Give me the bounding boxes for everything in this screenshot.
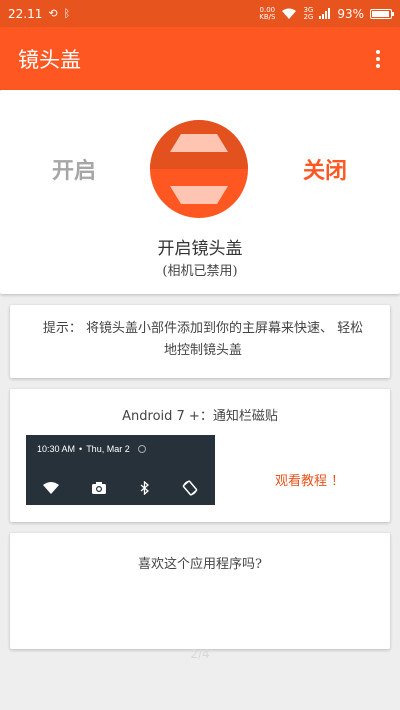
tip-text: 提示： 将镜头盖小部件添加到你的主屏幕来快速、 轻松地控制镜头盖 [42, 321, 364, 358]
page-indicator: 2/4 [190, 647, 210, 661]
watch-tutorial-link[interactable]: 观看教程 ！ [275, 470, 344, 489]
sync-icon: ⟲ [48, 7, 58, 20]
status-time: 22.11 [8, 6, 43, 21]
app-title: 镜头盖 [18, 47, 81, 72]
camera-icon [92, 482, 107, 494]
off-option[interactable]: 关闭 [303, 153, 347, 185]
lens-status-title: 开启镜头盖 [157, 239, 243, 259]
rate-app-card: 喜欢这个应用程序吗? [10, 533, 390, 649]
wifi-status-icon [282, 8, 297, 19]
sim2-type: 2G [303, 12, 314, 21]
battery-icon [370, 8, 394, 19]
lens-cover-toggle-icon[interactable] [150, 120, 248, 218]
rotate-icon [182, 480, 198, 496]
battery-percent: 93% [337, 6, 364, 21]
bluetooth-icon [140, 481, 149, 495]
notification-shade-preview: 10:30 AM • Thu, Mar 2 [26, 435, 215, 505]
quick-tile-card: Android 7 +：通知栏磁贴 10:30 AM • Thu, Mar 2 … [10, 389, 390, 522]
sim-indicators: 3G 2G [303, 6, 314, 21]
shade-tiles [26, 480, 215, 496]
shade-date: Thu, Mar 2 [86, 444, 130, 454]
quick-tile-title: Android 7 +：通知栏磁贴 [122, 409, 278, 424]
net-speed: 0.00 KB/S [259, 6, 276, 21]
more-vert-icon[interactable] [372, 46, 384, 72]
rate-app-title: 喜欢这个应用程序吗? [138, 557, 262, 572]
tip-card: 提示： 将镜头盖小部件添加到你的主屏幕来快速、 轻松地控制镜头盖 [10, 305, 390, 378]
signal-icon [319, 8, 331, 19]
app-bar: 镜头盖 [0, 27, 400, 90]
shade-datetime: 10:30 AM • Thu, Mar 2 [37, 444, 146, 454]
wifi-icon [42, 482, 59, 494]
bluetooth-status-icon: ᛒ [63, 7, 71, 20]
lens-status-subtitle: (相机已禁用) [162, 264, 238, 279]
status-bar: 22.11 ⟲ ᛒ 0.00 KB/S 3G 2G 93% [0, 0, 400, 27]
shade-time: 10:30 AM [37, 444, 76, 454]
alarm-icon [137, 445, 146, 453]
shade-dot: • [79, 444, 83, 454]
on-option[interactable]: 开启 [52, 153, 96, 185]
net-speed-unit: KB/S [259, 12, 276, 21]
